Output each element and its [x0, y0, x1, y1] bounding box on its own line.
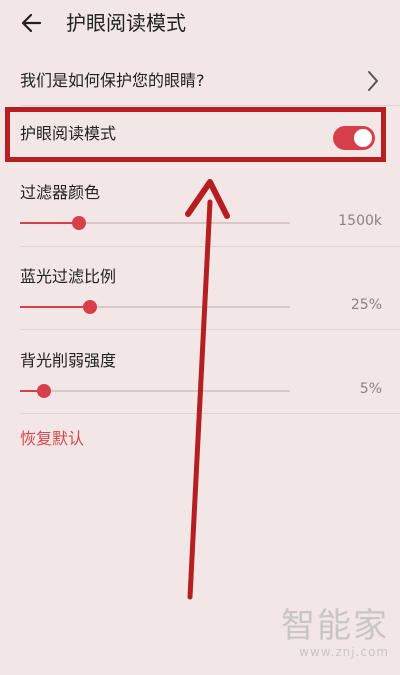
slider-fill	[20, 306, 91, 308]
divider	[20, 246, 400, 247]
watermark-url: www.znj.com	[299, 645, 389, 659]
eye-comfort-settings-page: 护眼阅读模式 我们是如何保护您的眼睛? 护眼阅读模式 过滤器颜色 1500k 蓝…	[0, 0, 400, 675]
slider-thumb[interactable]	[37, 384, 52, 398]
divider	[20, 329, 400, 330]
chevron-right-icon	[368, 71, 378, 91]
backlight-slider[interactable]	[20, 383, 290, 399]
blue-light-setting: 蓝光过滤比例 25%	[0, 266, 400, 351]
blue-light-value: 25%	[350, 297, 382, 313]
backlight-setting: 背光削弱强度 5%	[0, 350, 400, 435]
backlight-label: 背光削弱强度	[20, 351, 117, 370]
backlight-value: 5%	[359, 381, 382, 397]
eye-mode-label: 护眼阅读模式	[20, 124, 117, 143]
how-we-protect-eyes-label: 我们是如何保护您的眼睛?	[20, 71, 205, 90]
filter-color-setting: 过滤器颜色 1500k	[0, 182, 400, 267]
header-bar: 护眼阅读模式	[0, 0, 400, 50]
slider-thumb[interactable]	[72, 216, 87, 230]
toggle-knob	[354, 129, 372, 147]
eye-mode-toggle[interactable]	[333, 126, 375, 150]
slider-fill	[20, 222, 80, 224]
restore-default-button[interactable]: 恢复默认	[20, 428, 84, 450]
slider-track	[20, 390, 290, 392]
blue-light-slider[interactable]	[20, 299, 290, 315]
site-watermark: 智能家 www.znj.com	[281, 607, 389, 659]
how-we-protect-eyes-link[interactable]: 我们是如何保护您的眼睛?	[0, 58, 400, 104]
eye-mode-row: 护眼阅读模式	[0, 106, 400, 166]
filter-color-label: 过滤器颜色	[20, 183, 101, 202]
arrow-left-icon[interactable]	[18, 9, 46, 37]
page-title: 护眼阅读模式	[66, 11, 186, 35]
slider-thumb[interactable]	[83, 300, 98, 314]
filter-color-value: 1500k	[338, 213, 382, 229]
divider	[20, 413, 400, 414]
filter-color-slider[interactable]	[20, 215, 290, 231]
watermark-brand: 智能家	[281, 606, 389, 646]
blue-light-label: 蓝光过滤比例	[20, 267, 117, 286]
